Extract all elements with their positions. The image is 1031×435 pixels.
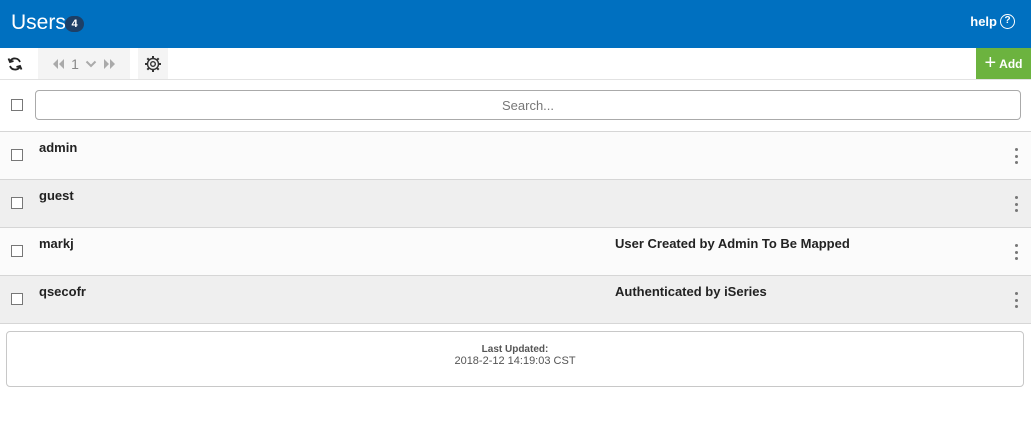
more-options-icon[interactable]: [1011, 146, 1021, 166]
search-input[interactable]: [35, 90, 1021, 120]
add-user-button[interactable]: + Add: [976, 48, 1031, 79]
help-circle-icon: ?: [1000, 14, 1015, 29]
last-updated-label: Last Updated:: [481, 344, 549, 355]
help-link[interactable]: help ?: [970, 14, 1015, 29]
gear-icon: [145, 55, 161, 72]
row-checkbox[interactable]: [11, 293, 23, 305]
last-updated-value: 2018-2-12 14:19:03 CST: [454, 355, 576, 367]
refresh-icon: [7, 57, 23, 70]
search-row: [0, 80, 1031, 132]
table-row[interactable]: qsecofr Authenticated by iSeries: [0, 276, 1031, 324]
table-row[interactable]: admin: [0, 132, 1031, 180]
row-checkbox[interactable]: [11, 149, 23, 161]
user-list: admin guest markj User Created by Admin …: [0, 132, 1031, 324]
plus-icon: +: [984, 51, 997, 74]
user-description: Authenticated by iSeries: [615, 284, 767, 299]
chevron-down-icon[interactable]: [85, 59, 97, 69]
app-header: Users 4 help ?: [0, 0, 1031, 48]
more-options-icon[interactable]: [1011, 242, 1021, 262]
row-checkbox[interactable]: [11, 245, 23, 257]
last-updated-panel: Last Updated: 2018-2-12 14:19:03 CST: [6, 331, 1024, 387]
page-number: 1: [71, 55, 79, 72]
user-name: guest: [39, 188, 74, 203]
table-row[interactable]: guest: [0, 180, 1031, 228]
more-options-icon[interactable]: [1011, 194, 1021, 214]
user-description: User Created by Admin To Be Mapped: [615, 236, 850, 251]
more-options-icon[interactable]: [1011, 290, 1021, 310]
select-all-checkbox[interactable]: [11, 99, 23, 111]
user-name: markj: [39, 236, 74, 251]
user-count-badge: 4: [65, 16, 84, 32]
toolbar: 1 + Add: [0, 48, 1031, 80]
row-checkbox[interactable]: [11, 197, 23, 209]
table-row[interactable]: markj User Created by Admin To Be Mapped: [0, 228, 1031, 276]
add-button-label: Add: [999, 56, 1023, 71]
refresh-button[interactable]: [0, 48, 30, 79]
page-title: Users: [11, 11, 66, 34]
last-page-icon[interactable]: [103, 58, 117, 70]
settings-button[interactable]: [138, 48, 168, 79]
first-page-icon[interactable]: [51, 58, 65, 70]
user-name: qsecofr: [39, 284, 86, 299]
pager: 1: [38, 48, 130, 79]
user-name: admin: [39, 140, 78, 155]
help-label: help: [970, 14, 997, 29]
